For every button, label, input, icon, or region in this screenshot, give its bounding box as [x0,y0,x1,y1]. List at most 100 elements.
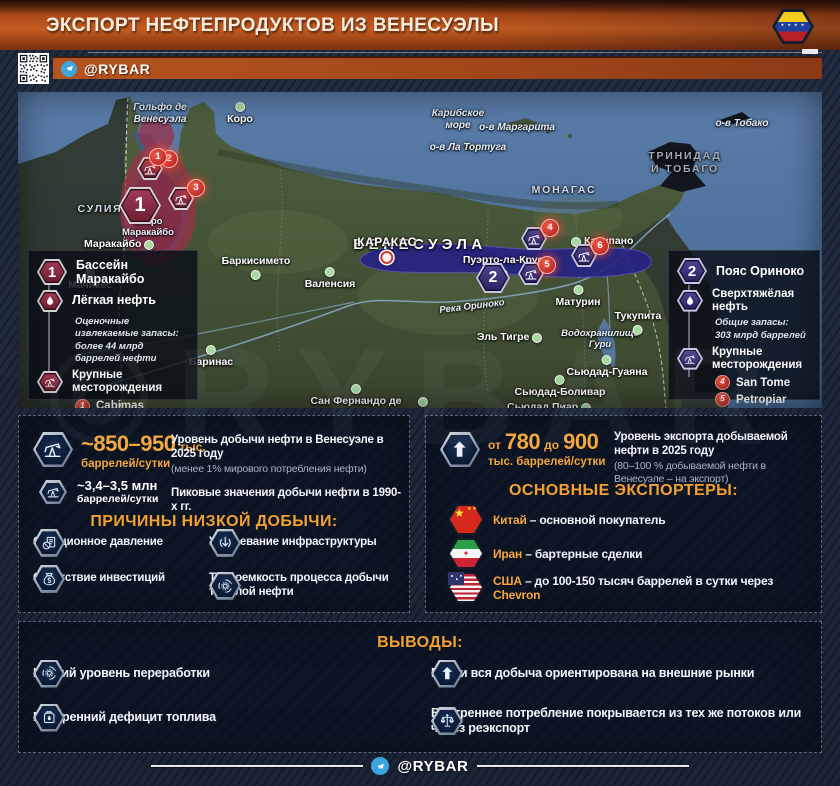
up-arrow-icon [440,432,480,467]
cause-item: Санкционное давление [33,536,203,550]
exporter-item: ★★★ Китай – основной покупатель [448,504,665,535]
maracaibo-basin-marker: 1 [119,187,161,224]
field-number-badge: 4 [541,219,559,237]
pumpjack-icon [577,249,591,263]
footer-line [151,765,363,767]
map-city: Сьюдад Пиар [507,402,591,408]
map-city: Матурин [555,285,600,309]
exporters-title: ОСНОВНЫЕ ЭКСПОРТЕРЫ: [426,482,821,500]
legend-number-hexagon: 2 [677,258,707,284]
oil-drop-icon [677,290,703,312]
map-pin-icon [351,384,361,394]
oilfield-marker: 3 [168,187,194,210]
telegram-handle[interactable]: @RYBAR [397,758,468,775]
map-city: Эль Тигре [477,332,542,344]
infographic: ЭКСПОРТ НЕФТЕПРОДУКТОВ ИЗ ВЕНЕСУЭЛЫ ★ ★ … [0,0,840,786]
pumpjack-icon [174,192,188,206]
oil-type-label: Сверхтяжёлая нефть [712,288,811,313]
export-panel: от780до900 тыс. баррелей/сутки Уровень э… [425,415,822,613]
map-city: Сьюдад-Боливар [515,375,606,399]
export-value: от780до900 тыс. баррелей/сутки [488,429,605,468]
region-label: ТРИНИДАД И ТОБАГО [645,150,725,175]
map-city: Валенсия [305,267,356,291]
map-pin-icon [581,403,591,408]
pumpjack-icon [527,232,541,246]
field-item: 1Cabimas [75,399,189,408]
conclusions-title: ВЫВОДЫ: [19,634,821,652]
scales-icon [431,707,463,735]
legend-title: Бассейн Маракайбо [76,258,189,286]
map-city: Баркисимето [222,256,291,280]
oil-drop-icon [37,290,63,312]
map: Карибское море Гольфо де Венесуэла о-в М… [18,92,822,408]
oilfield-marker: 4 [521,227,547,250]
qr-code [18,53,49,84]
venezuela-flag-icon: ★ ★ ★ ★ [772,9,814,44]
page-title: ЭКСПОРТ НЕФТЕПРОДУКТОВ ИЗ ВЕНЕСУЭЛЫ [46,0,499,52]
legend-orinoco: 2 Пояс Ориноко Сверхтяжёлая нефть Общие … [668,250,820,400]
infrastructure-aging-icon [209,529,241,557]
legend-maracaibo: 1 Бассейн Маракайбо Лёгкая нефть Оценочн… [28,250,198,400]
map-pin-icon [251,270,261,280]
china-flag-icon: ★★★ [448,504,484,535]
field-number-badge: 6 [591,237,609,255]
sea-label: Гольфо де Венесуэла [118,102,202,125]
region-label: МОНАГАС [532,184,597,197]
capital-marker-icon [381,251,394,264]
refining-icon [33,660,65,688]
fields-title: Крупные месторождения [72,369,189,394]
field-item: 4San Tome [715,375,811,390]
map-pin-icon [235,102,245,112]
heavy-oil-process-icon [209,572,241,600]
up-arrow-icon [431,660,463,688]
map-pin-icon [532,333,542,343]
conclusion-item: Внутренний дефицит топлива [33,710,403,725]
oilfield-marker: 21 [137,157,163,180]
conclusion-item: Почти вся добыча ориентирована на внешни… [431,666,815,681]
production-desc: Уровень добычи нефти в Венесуэле в 2025 … [171,433,403,476]
divider-dash [802,49,818,54]
pumpjack-icon [524,267,538,281]
pumpjack-icon [677,348,703,370]
map-pin-icon [418,397,428,407]
map-pin-icon [325,267,335,277]
pumpjack-icon [39,480,67,504]
sea-label: о-в Маргарита [479,122,555,134]
map-city: Кайкара [402,397,444,408]
iran-flag-icon: ✦ [448,538,484,569]
telegram-handle[interactable]: @RYBAR [84,61,151,77]
region-label: СУЛИЯ [77,203,122,216]
map-city-capital: КАРАКАС [357,236,416,264]
oilfield-marker: 5 [518,262,544,285]
conclusion-item: Внутреннее потребление покрывается из те… [431,706,821,736]
cause-item: Трудоемкость процесса добычи тяжелой неф… [209,572,409,600]
field-item: 5Petropiar [715,392,811,407]
export-desc: Уровень экспорта добываемой нефти в 2025… [614,430,814,486]
legend-number-hexagon: 1 [37,259,67,285]
footer-line [477,765,689,767]
map-city: Тукупита [615,311,662,335]
telegram-banner: @RYBAR [53,56,822,79]
conclusions-panel: ВЫВОДЫ: Низкий уровень переработки Внутр… [18,621,822,753]
sea-label: о-в Тобако [715,118,768,130]
field-number-badge: 5 [538,256,556,274]
fields-title: Крупные месторождения [712,346,811,371]
map-pin-icon [573,285,583,295]
field-number-badge: 1 [149,148,167,166]
map-pin-icon [555,375,565,385]
map-pin-icon [144,240,154,250]
usa-flag-icon [448,572,484,603]
legend-title: Пояс Ориноко [716,264,804,278]
telegram-icon [61,61,77,77]
sea-label: о-в Ла Тортуга [430,142,507,154]
pumpjack-icon [37,371,63,393]
cause-item: Отсутствие инвестиций [33,572,203,586]
map-city: Коро [227,102,253,126]
reserves-note: Общие запасы: 303 млрд баррелей [715,317,811,342]
peak-desc: Пиковые значения добычи нефти в 1990-х г… [171,486,403,515]
sanctions-icon [33,529,65,557]
conclusion-item: Низкий уровень переработки [33,666,403,681]
map-pin-icon [602,355,612,365]
peak-value: ~3,4–3,5 млн баррелей/сутки [77,478,158,505]
footer: @RYBAR [0,757,840,775]
